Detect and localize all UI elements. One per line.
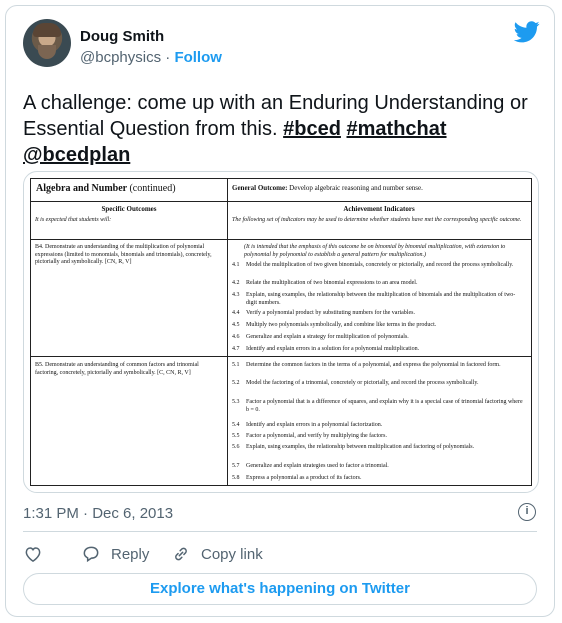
- tweet-body: A challenge: come up with an Enduring Un…: [23, 92, 528, 140]
- indicator-4-5: 4.5 Multiply two polynomials symbolically…: [232, 322, 437, 328]
- indicator-5-1: 5.1 Determine the common factors in the t…: [232, 362, 501, 368]
- indicator-4-1: 4.1 Model the multiplication of two given…: [232, 262, 514, 268]
- hashtag-bced[interactable]: #bced: [283, 118, 341, 140]
- action-divider: [23, 531, 537, 532]
- hashtag-mathchat[interactable]: #mathchat: [347, 118, 447, 140]
- handle-separator: ·: [165, 49, 171, 66]
- indicator-5-2: 5.2 Model the factoring of a trinomial, c…: [232, 380, 479, 386]
- reply-icon: [83, 546, 99, 563]
- indicator-4-4: 4.4 Verify a polynomial product by substi…: [232, 310, 415, 316]
- doc-col-left-title: Specific Outcomes: [101, 205, 157, 213]
- mention-bcedplan[interactable]: @bcedplan: [23, 144, 130, 166]
- b4-intro: (It is intended that the emphasis of thi…: [244, 244, 506, 258]
- indicator-5-5: 5.5 Factor a polynomial, and verify by mu…: [232, 433, 387, 439]
- avatar-hair: [33, 23, 61, 37]
- author-avatar[interactable]: [23, 19, 71, 67]
- tweet-image[interactable]: Algebra and Number (continued) General O…: [23, 171, 539, 493]
- info-icon[interactable]: i: [518, 503, 536, 521]
- curriculum-document: Algebra and Number (continued) General O…: [30, 178, 532, 486]
- doc-col-right-title: Achievement Indicators: [343, 205, 415, 213]
- indicator-5-7: 5.7 Generalize and explain strategies use…: [232, 463, 389, 469]
- copy-link-label: Copy link: [201, 545, 263, 563]
- like-button[interactable]: [23, 544, 53, 564]
- reply-button[interactable]: Reply: [81, 544, 149, 564]
- indicator-5-4: 5.4 Identify and explain errors in a poly…: [232, 422, 383, 428]
- doc-col-right-sub: The following set of indicators may be u…: [232, 217, 522, 223]
- doc-header-left: Algebra and Number (continued): [36, 183, 176, 194]
- heart-icon: [25, 547, 41, 562]
- author-handle-line: @bcphysics · Follow: [80, 49, 222, 66]
- explore-twitter-button[interactable]: Explore what's happening on Twitter: [23, 573, 537, 605]
- author-handle[interactable]: @bcphysics: [80, 49, 161, 66]
- link-icon: [175, 547, 187, 561]
- tweet-card: Doug Smith @bcphysics · Follow A challen…: [5, 5, 555, 617]
- doc-row-separator: [31, 356, 531, 357]
- doc-header-right: General Outcome: Develop algebraic reaso…: [232, 184, 423, 192]
- twitter-bird-icon[interactable]: [514, 21, 540, 43]
- tweet-text: A challenge: come up with an Enduring Un…: [23, 90, 538, 168]
- outcome-b4: B4. Demonstrate an understanding of the …: [35, 244, 212, 265]
- indicator-4-6: 4.6 Generalize and explain a strategy for…: [232, 334, 409, 340]
- indicator-4-7: 4.7 Identify and explain errors in a solu…: [232, 346, 420, 352]
- indicator-5-8: 5.8 Express a polynomial as a product of …: [232, 475, 362, 481]
- indicator-4-2: 4.2 Relate the multiplication of two bino…: [232, 280, 418, 286]
- reply-label: Reply: [111, 545, 150, 563]
- avatar-beard: [38, 45, 56, 59]
- indicator-5-3: 5.3 Factor a polynomial that is a differe…: [232, 399, 523, 413]
- indicator-5-6: 5.6 Explain, using examples, the relation…: [232, 444, 475, 450]
- doc-col-left-sub: It is expected that students will:: [35, 217, 112, 223]
- follow-button[interactable]: Follow: [174, 49, 222, 66]
- indicator-4-3: 4.3 Explain, using examples, the relation…: [232, 292, 516, 306]
- author-name[interactable]: Doug Smith: [80, 28, 164, 45]
- outcome-b5: B5. Demonstrate an understanding of comm…: [35, 362, 199, 376]
- copy-link-button[interactable]: Copy link: [171, 544, 263, 564]
- tweet-timestamp[interactable]: 1:31 PM · Dec 6, 2013: [23, 505, 173, 522]
